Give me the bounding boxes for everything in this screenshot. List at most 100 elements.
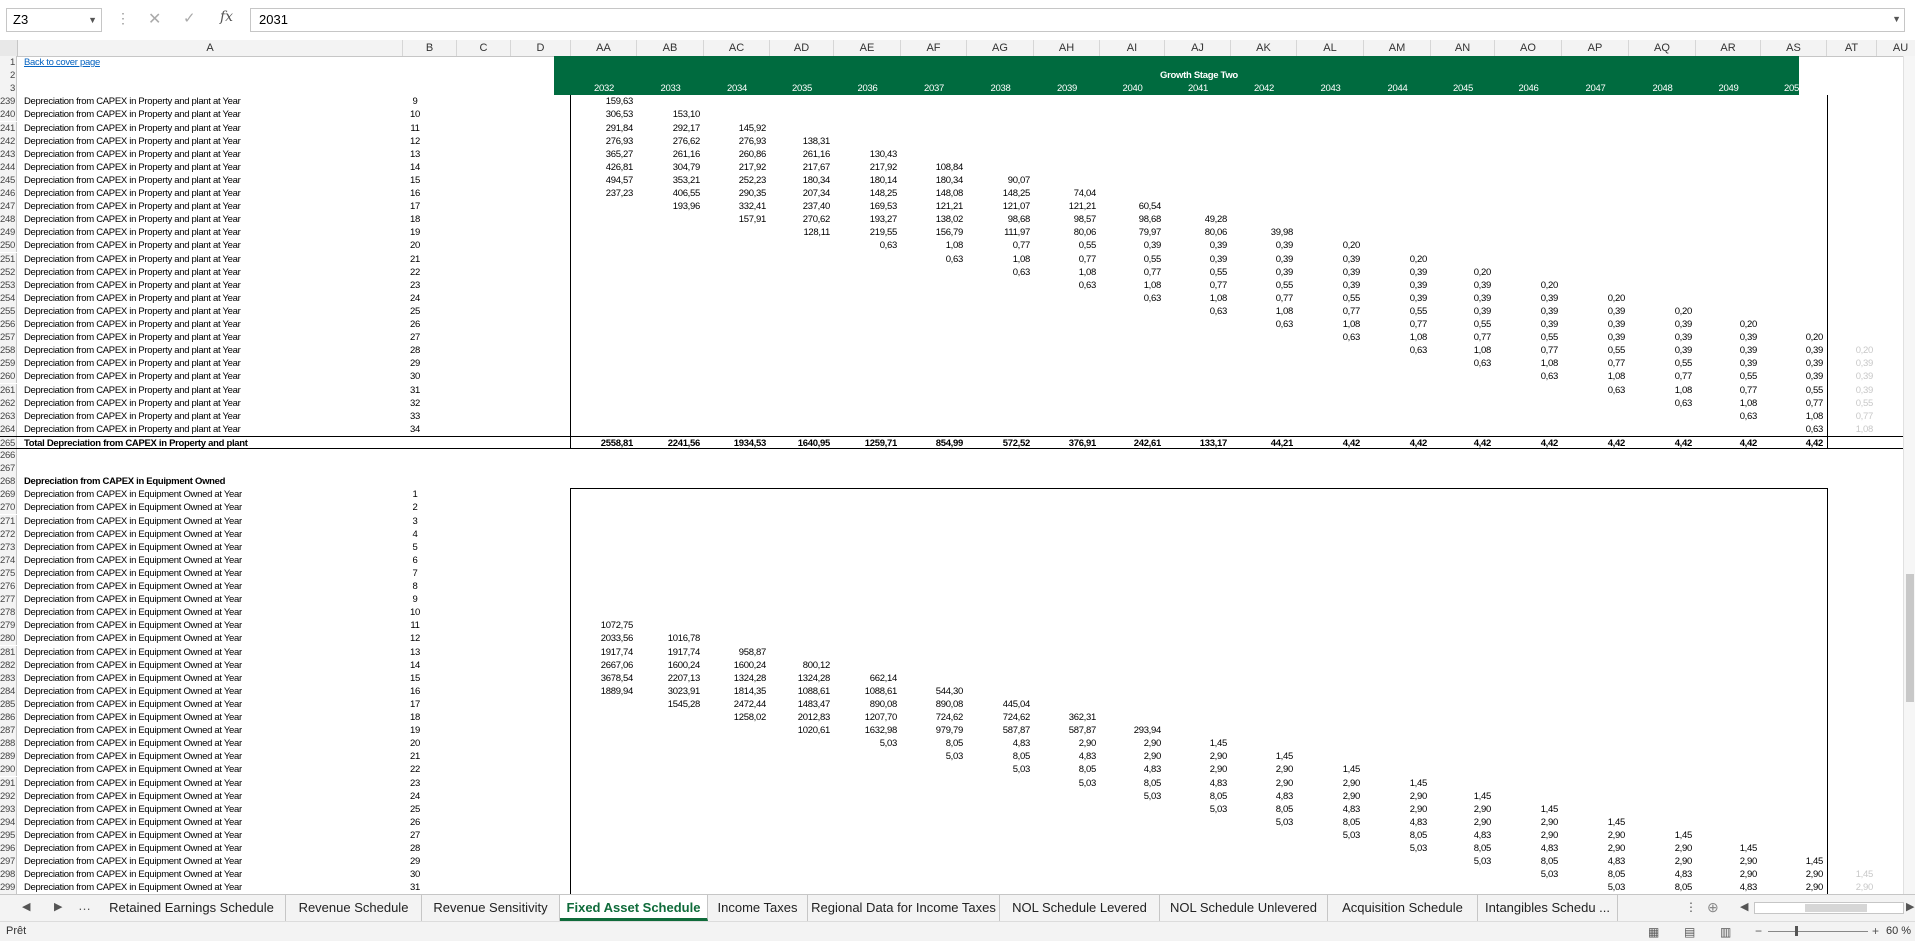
cell-ab[interactable]: 261,16 (637, 148, 701, 161)
cell-ag[interactable]: 445,04 (967, 698, 1031, 711)
cell-ai[interactable]: 293,94 (1100, 724, 1162, 737)
cell-an[interactable]: 2,90 (1431, 816, 1492, 829)
column-header-af[interactable]: AF (901, 40, 967, 56)
cell-aj[interactable]: 80,06 (1165, 226, 1228, 239)
sheet-row[interactable]: 286 Depreciation from CAPEX in Equipment … (0, 711, 1915, 725)
cell-aj[interactable]: 2,90 (1165, 763, 1228, 776)
cell-ac[interactable]: 157,91 (704, 213, 767, 226)
row-number[interactable]: 2 (0, 69, 17, 83)
tab-more-icon[interactable]: ⋮ (1685, 900, 1697, 914)
cell-am[interactable]: 0,39 (1364, 266, 1428, 279)
row-number[interactable]: 286 (0, 711, 17, 725)
sheet-row[interactable]: 299 Depreciation from CAPEX in Equipment … (0, 881, 1915, 894)
row-label[interactable]: Depreciation from CAPEX in Equipment Own… (24, 619, 242, 632)
row-label[interactable]: Depreciation from CAPEX in Equipment Own… (24, 724, 242, 737)
row-number[interactable]: 289 (0, 750, 17, 764)
row-number[interactable]: 250 (0, 239, 17, 253)
cell-ao[interactable]: 0,39 (1495, 318, 1559, 331)
year-header[interactable]: 2046 (1495, 82, 1562, 95)
vertical-scrollbar-thumb[interactable] (1906, 574, 1914, 702)
year-header[interactable]: 2049 (1696, 82, 1761, 95)
cell-ae[interactable]: 180,14 (834, 174, 898, 187)
row-label[interactable]: Depreciation from CAPEX in Equipment Own… (24, 868, 242, 881)
cell-al[interactable]: 0,39 (1297, 266, 1361, 279)
cell-ap[interactable]: 2,90 (1562, 842, 1626, 855)
cell-an[interactable]: 5,03 (1431, 855, 1492, 868)
cell-ac[interactable]: 1258,02 (704, 711, 767, 724)
cell-at[interactable]: 0,20 (1827, 344, 1874, 357)
cell-ai[interactable]: 2,90 (1100, 750, 1162, 763)
cell-ah[interactable]: 2,90 (1034, 737, 1097, 750)
cell-ad[interactable]: 1020,61 (770, 724, 831, 737)
cell-ad[interactable]: 800,12 (770, 659, 831, 672)
cell-aj[interactable]: 4,83 (1165, 777, 1228, 790)
cell-ak[interactable]: 2,90 (1231, 763, 1294, 776)
column-header-ac[interactable]: AC (704, 40, 770, 56)
column-header-a[interactable]: A (18, 40, 403, 56)
row-number[interactable]: 3 (0, 82, 17, 96)
year-header[interactable]: 2035 (770, 82, 834, 95)
row-label[interactable]: Depreciation from CAPEX in Property and … (24, 357, 241, 370)
row-number[interactable]: 280 (0, 632, 17, 646)
sheet-row[interactable]: 249 Depreciation from CAPEX in Property a… (0, 226, 1915, 240)
sheet-tab[interactable]: Revenue Sensitivity (422, 895, 560, 921)
cell-ae[interactable]: 169,53 (834, 200, 898, 213)
cell-ad[interactable]: 1324,28 (770, 672, 831, 685)
row-number[interactable]: 244 (0, 160, 17, 174)
cell-an[interactable]: 4,83 (1431, 829, 1492, 842)
sheet-row[interactable]: 277 Depreciation from CAPEX in Equipment … (0, 593, 1915, 607)
row-label[interactable]: Depreciation from CAPEX in Equipment Own… (24, 685, 242, 698)
cell-aa[interactable]: 276,93 (571, 135, 634, 148)
year-index[interactable]: 1 (380, 488, 450, 501)
insert-function-icon[interactable]: fx (220, 9, 233, 25)
row-number[interactable]: 298 (0, 868, 17, 882)
cell-ae[interactable]: 890,08 (834, 698, 898, 711)
year-index[interactable]: 23 (380, 279, 450, 292)
cell-ao[interactable]: 1,08 (1495, 357, 1559, 370)
row-number[interactable]: 288 (0, 737, 17, 751)
sheet-row[interactable]: 254 Depreciation from CAPEX in Property a… (0, 291, 1915, 305)
sheet-row[interactable]: 290 Depreciation from CAPEX in Equipment … (0, 763, 1915, 777)
cell-ai[interactable]: 98,68 (1100, 213, 1162, 226)
tab-next-icon[interactable]: ▶ (54, 900, 62, 913)
cell-af[interactable]: 138,02 (901, 213, 964, 226)
row-label[interactable]: Depreciation from CAPEX in Equipment Own… (24, 881, 242, 894)
cell-ad[interactable]: 1088,61 (770, 685, 831, 698)
row-label[interactable]: Depreciation from CAPEX in Property and … (24, 423, 241, 436)
cell-as[interactable]: 0,20 (1761, 331, 1824, 344)
row-number[interactable]: 279 (0, 619, 17, 633)
row-number[interactable]: 266 (0, 449, 17, 463)
row-label[interactable]: Depreciation from CAPEX in Equipment Own… (24, 632, 242, 645)
sheet-row[interactable]: 255 Depreciation from CAPEX in Property a… (0, 304, 1915, 318)
hscroll-right-icon[interactable]: ▶ (1906, 900, 1914, 913)
row-label[interactable]: Depreciation from CAPEX in Equipment Own… (24, 567, 242, 580)
cell-ad[interactable]: 207,34 (770, 187, 831, 200)
sheet-row[interactable]: 283 Depreciation from CAPEX in Equipment … (0, 671, 1915, 685)
cell-ag[interactable]: 8,05 (967, 750, 1031, 763)
cell-af[interactable]: 890,08 (901, 698, 964, 711)
cell-am[interactable]: 0,20 (1364, 253, 1428, 266)
year-index[interactable]: 16 (380, 685, 450, 698)
cell-al[interactable]: 2,90 (1297, 790, 1361, 803)
cell-ab[interactable]: 193,96 (637, 200, 701, 213)
cell-ai[interactable]: 4,83 (1100, 763, 1162, 776)
cell-ae[interactable]: 5,03 (834, 737, 898, 750)
cell-ab[interactable]: 276,62 (637, 135, 701, 148)
sheet-row[interactable]: 250 Depreciation from CAPEX in Property a… (0, 239, 1915, 253)
cell-ao[interactable]: 0,20 (1495, 279, 1559, 292)
cell-as[interactable]: 0,39 (1761, 370, 1824, 383)
row-number[interactable]: 292 (0, 789, 17, 803)
row-label[interactable]: Depreciation from CAPEX in Property and … (24, 292, 241, 305)
sheet-tab[interactable]: Acquisition Schedule (1328, 895, 1478, 921)
formula-input[interactable]: 2031 (250, 8, 1905, 32)
column-header-ad[interactable]: AD (770, 40, 834, 56)
sheet-tab[interactable]: NOL Schedule Levered (1000, 895, 1160, 921)
cell-ab[interactable]: 292,17 (637, 122, 701, 135)
row-number[interactable]: 259 (0, 357, 17, 371)
cell-ac[interactable]: 217,92 (704, 161, 767, 174)
cell-ar[interactable]: 0,39 (1696, 331, 1758, 344)
cell-as[interactable]: 2,90 (1761, 868, 1824, 881)
sheet-row[interactable]: 246 Depreciation from CAPEX in Property a… (0, 187, 1915, 201)
cell-ak[interactable]: 2,90 (1231, 777, 1294, 790)
cell-ao[interactable]: 4,83 (1495, 842, 1559, 855)
